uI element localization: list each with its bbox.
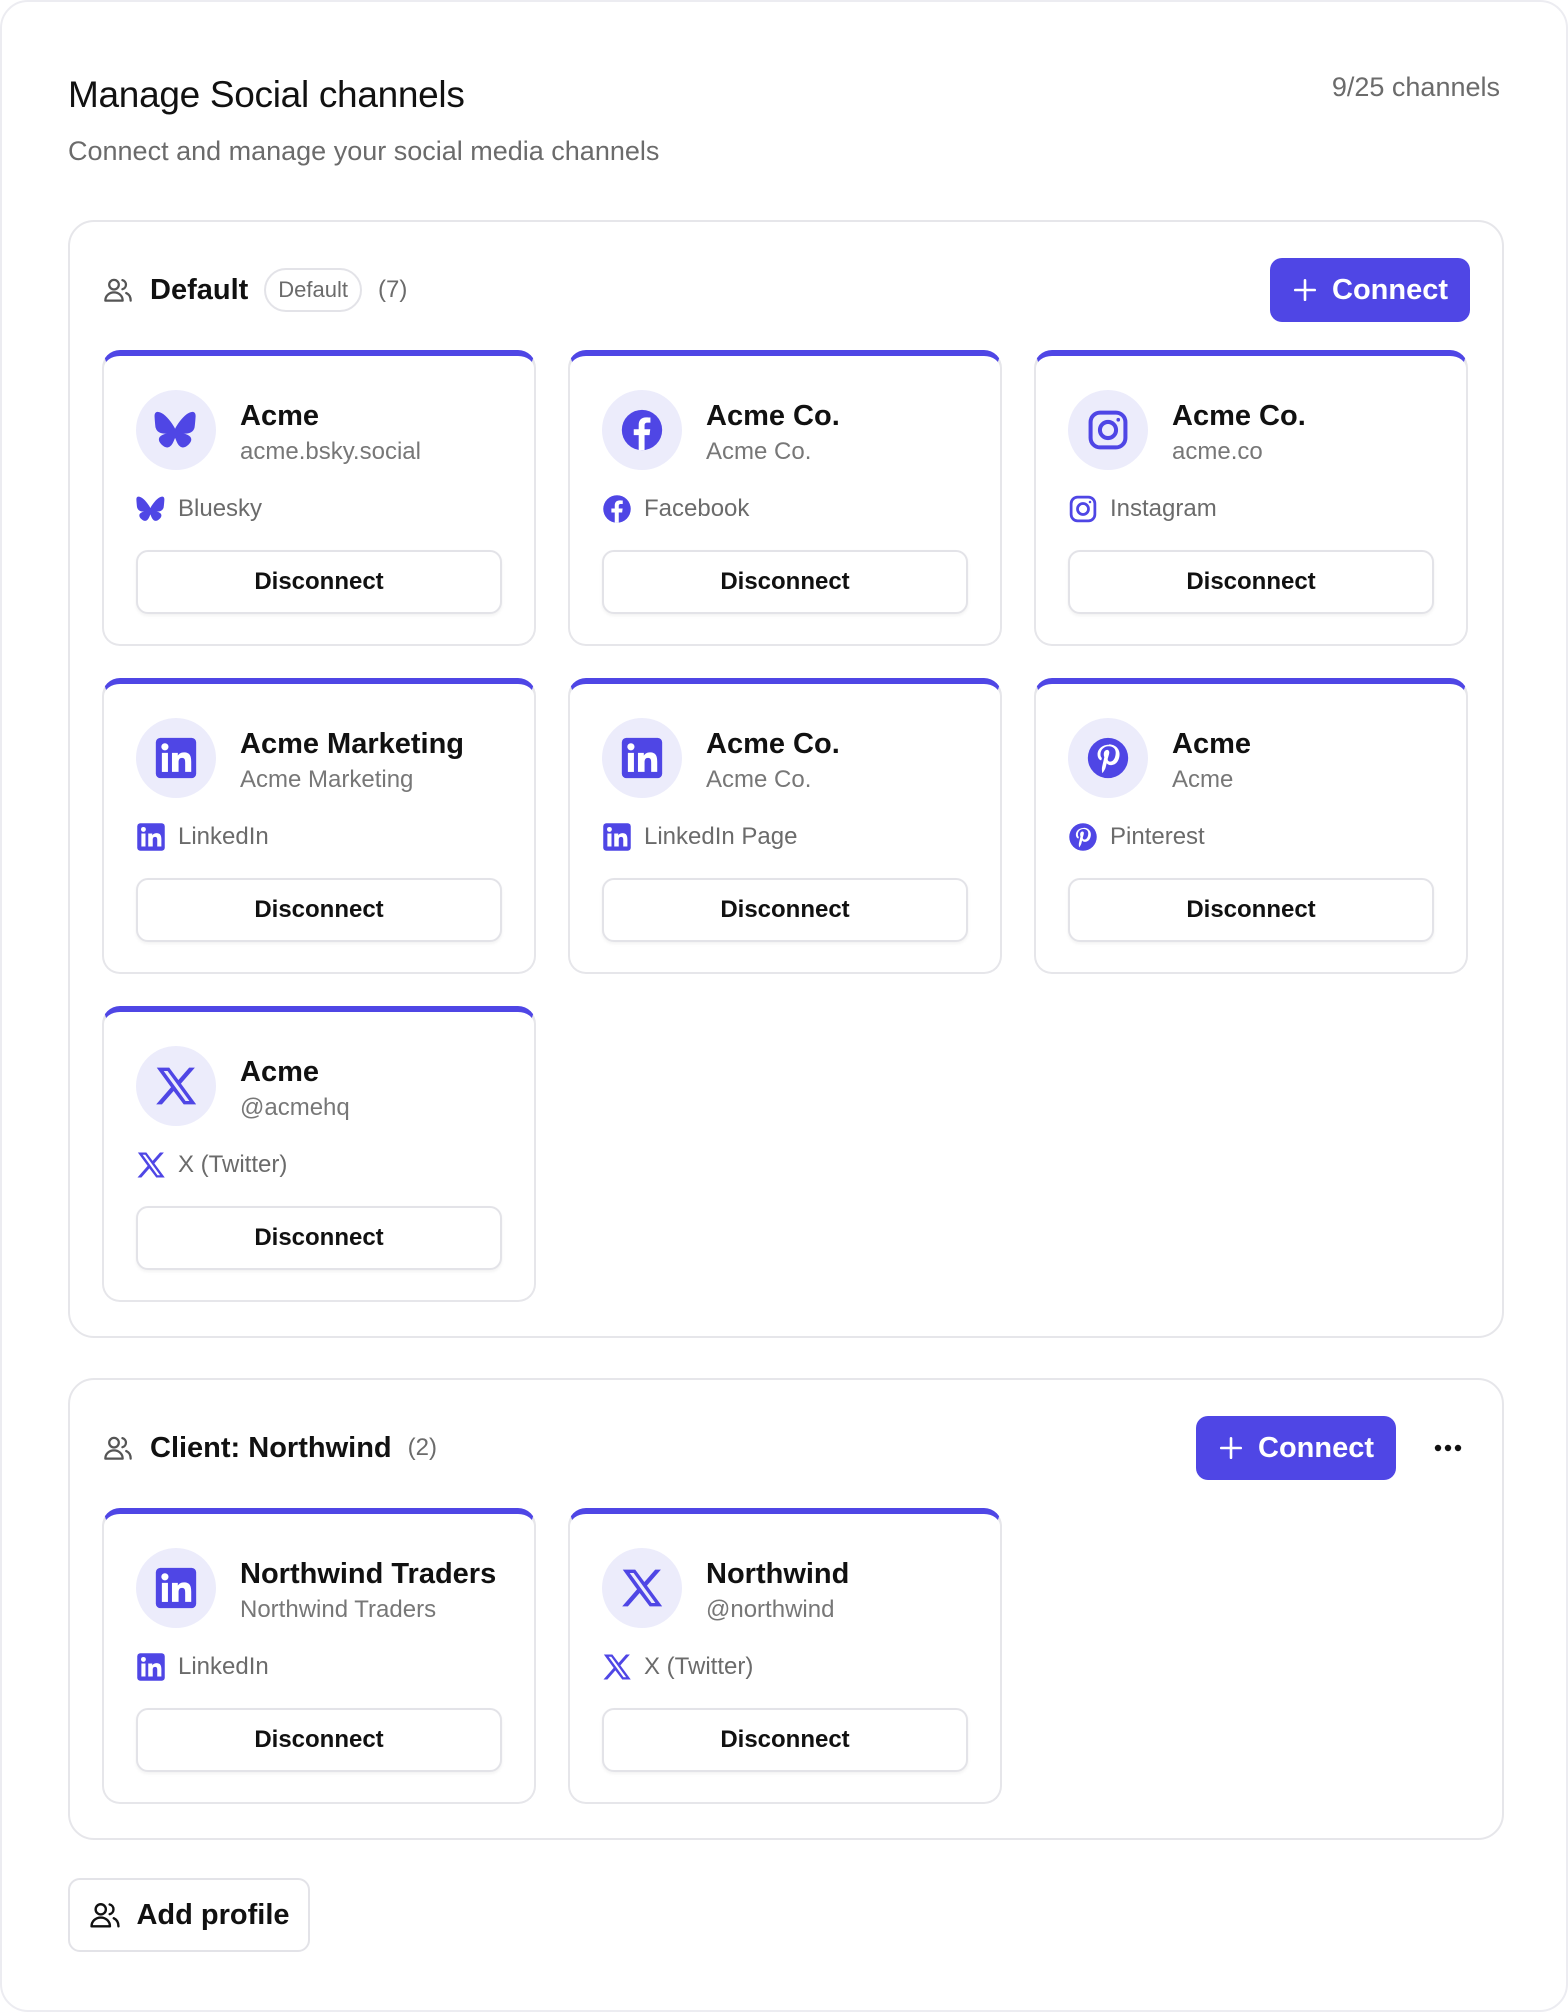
connect-button[interactable]: Connect bbox=[1270, 258, 1470, 322]
platform-label: X (Twitter) bbox=[178, 1151, 288, 1178]
platform-label: Facebook bbox=[644, 495, 750, 522]
more-options-icon[interactable] bbox=[1426, 1426, 1470, 1470]
plus-icon bbox=[1218, 1435, 1244, 1461]
account-name: Acme bbox=[1172, 728, 1251, 760]
channel-card: Acme @acmehq X (Twitter) Disconnect bbox=[102, 1006, 536, 1302]
account-handle: @acmehq bbox=[240, 1094, 350, 1121]
account-handle: acme.co bbox=[1172, 438, 1263, 465]
account-name: Acme bbox=[240, 400, 319, 432]
plus-icon bbox=[1292, 277, 1318, 303]
disconnect-button[interactable]: Disconnect bbox=[136, 1206, 502, 1270]
platform-tag: LinkedIn Page bbox=[602, 822, 797, 852]
connect-label: Connect bbox=[1258, 1431, 1374, 1464]
disconnect-button[interactable]: Disconnect bbox=[602, 550, 968, 614]
x-icon bbox=[136, 1150, 166, 1180]
linkedin-avatar-icon bbox=[136, 1548, 216, 1628]
channel-card: Northwind @northwind X (Twitter) Disconn… bbox=[568, 1508, 1002, 1804]
profile-channel-count: (2) bbox=[407, 1434, 437, 1461]
platform-label: X (Twitter) bbox=[644, 1653, 754, 1680]
connect-label: Connect bbox=[1332, 273, 1448, 306]
account-name: Northwind Traders bbox=[240, 1558, 497, 1590]
platform-tag: Facebook bbox=[602, 494, 749, 524]
account-name: Acme Co. bbox=[706, 400, 840, 432]
disconnect-button[interactable]: Disconnect bbox=[136, 1708, 502, 1772]
platform-tag: Bluesky bbox=[136, 494, 262, 524]
channel-card: Acme acme.bsky.social Bluesky Disconnect bbox=[102, 350, 536, 646]
profile-header: Client: Northwind (2) Connect bbox=[102, 1416, 1470, 1480]
profile-header: Default Default (7) Connect bbox=[102, 258, 1470, 322]
profile-channel-count: (7) bbox=[378, 276, 408, 303]
platform-tag: Instagram bbox=[1068, 494, 1217, 524]
platform-label: Pinterest bbox=[1110, 823, 1205, 850]
linkedin-icon bbox=[136, 1652, 166, 1682]
page-title: Manage Social channels bbox=[68, 74, 465, 115]
x-icon bbox=[602, 1652, 632, 1682]
connect-button[interactable]: Connect bbox=[1196, 1416, 1396, 1480]
page-subtitle: Connect and manage your social media cha… bbox=[68, 136, 660, 166]
disconnect-button[interactable]: Disconnect bbox=[1068, 878, 1434, 942]
add-profile-label: Add profile bbox=[136, 1898, 290, 1931]
channel-card: Northwind Traders Northwind Traders Link… bbox=[102, 1508, 536, 1804]
platform-label: Bluesky bbox=[178, 495, 263, 522]
users-icon bbox=[102, 1432, 134, 1464]
disconnect-button[interactable]: Disconnect bbox=[602, 878, 968, 942]
platform-label: LinkedIn bbox=[178, 823, 269, 850]
account-name: Acme Co. bbox=[1172, 400, 1306, 432]
platform-label: Instagram bbox=[1110, 495, 1217, 522]
bluesky-avatar-icon bbox=[136, 390, 216, 470]
linkedin-icon bbox=[602, 822, 632, 852]
account-handle: Acme Co. bbox=[706, 438, 812, 465]
profile-title: Client: Northwind bbox=[150, 1431, 392, 1464]
channel-grid: Northwind Traders Northwind Traders Link… bbox=[102, 1508, 1468, 1804]
account-name: Acme bbox=[240, 1056, 319, 1088]
facebook-avatar-icon bbox=[602, 390, 682, 470]
instagram-avatar-icon bbox=[1068, 390, 1148, 470]
channels-panel: Manage Social channels Connect and manag… bbox=[0, 0, 1568, 2012]
bluesky-icon bbox=[136, 494, 166, 524]
linkedin-avatar-icon bbox=[602, 718, 682, 798]
disconnect-button[interactable]: Disconnect bbox=[136, 550, 502, 614]
platform-label: LinkedIn Page bbox=[644, 823, 798, 850]
channel-card: Acme Co. Acme Co. LinkedIn Page Disconne… bbox=[568, 678, 1002, 974]
channel-card: Acme Acme Pinterest Disconnect bbox=[1034, 678, 1468, 974]
add-profile-button[interactable]: Add profile bbox=[68, 1878, 310, 1952]
profile-section-default: Default Default (7) Connect Acme acme.bs… bbox=[68, 220, 1504, 1338]
facebook-icon bbox=[602, 494, 632, 524]
account-handle: Acme Co. bbox=[706, 766, 812, 793]
disconnect-button[interactable]: Disconnect bbox=[602, 1708, 968, 1772]
platform-tag: LinkedIn bbox=[136, 822, 269, 852]
platform-tag: Pinterest bbox=[1068, 822, 1205, 852]
disconnect-button[interactable]: Disconnect bbox=[1068, 550, 1434, 614]
channel-card: Acme Co. acme.co Instagram Disconnect bbox=[1034, 350, 1468, 646]
account-handle: Northwind Traders bbox=[240, 1596, 437, 1623]
account-handle: @northwind bbox=[706, 1596, 835, 1623]
x-avatar-icon bbox=[136, 1046, 216, 1126]
channel-grid: Acme acme.bsky.social Bluesky Disconnect… bbox=[102, 350, 1468, 1302]
profile-title: Default bbox=[150, 273, 249, 306]
pinterest-avatar-icon bbox=[1068, 718, 1148, 798]
instagram-icon bbox=[1068, 494, 1098, 524]
users-icon bbox=[102, 274, 134, 306]
users-icon bbox=[88, 1898, 122, 1932]
disconnect-button[interactable]: Disconnect bbox=[136, 878, 502, 942]
channel-count: 9/25 channels bbox=[1331, 72, 1500, 102]
account-name: Northwind bbox=[706, 1558, 850, 1590]
platform-tag: X (Twitter) bbox=[136, 1150, 287, 1180]
account-name: Acme Marketing bbox=[240, 728, 465, 760]
account-name: Acme Co. bbox=[706, 728, 840, 760]
x-avatar-icon bbox=[602, 1548, 682, 1628]
linkedin-icon bbox=[136, 822, 166, 852]
pinterest-icon bbox=[1068, 822, 1098, 852]
platform-label: LinkedIn bbox=[178, 1653, 269, 1680]
default-badge: Default bbox=[264, 268, 363, 312]
profile-section-northwind: Client: Northwind (2) Connect Northwind … bbox=[68, 1378, 1504, 1840]
linkedin-avatar-icon bbox=[136, 718, 216, 798]
platform-tag: LinkedIn bbox=[136, 1652, 269, 1682]
account-handle: Acme Marketing bbox=[240, 766, 414, 793]
channel-card: Acme Marketing Acme Marketing LinkedIn D… bbox=[102, 678, 536, 974]
account-handle: Acme bbox=[1172, 766, 1234, 793]
channel-card: Acme Co. Acme Co. Facebook Disconnect bbox=[568, 350, 1002, 646]
platform-tag: X (Twitter) bbox=[602, 1652, 753, 1682]
account-handle: acme.bsky.social bbox=[240, 438, 421, 465]
